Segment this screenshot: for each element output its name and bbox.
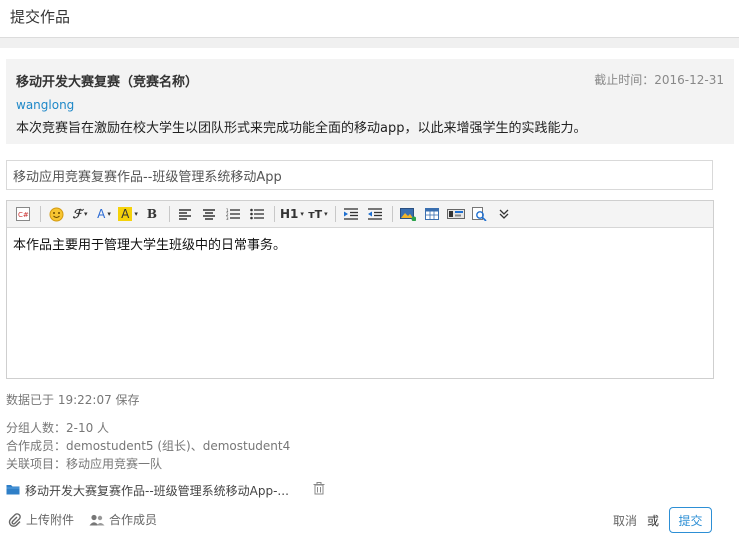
highlight-color-icon[interactable]: A ▾ (118, 204, 138, 224)
heading-label: H1 (280, 207, 299, 221)
users-icon (89, 514, 105, 526)
font-family-icon[interactable]: ℱ ▾ (70, 204, 90, 224)
font-color-label: A (97, 207, 106, 221)
upload-label: 上传附件 (26, 513, 75, 527)
submit-button[interactable]: 提交 (669, 507, 712, 533)
trash-icon[interactable] (313, 482, 325, 499)
page-title: 提交作品 (10, 8, 71, 26)
collaborators-button[interactable]: 合作成员 (89, 511, 157, 528)
group-size: 分组人数：2-10 人 (6, 421, 110, 435)
font-size-icon[interactable]: тT ▾ (308, 204, 328, 224)
highlight-label: A (118, 207, 133, 221)
align-left-icon[interactable] (175, 204, 195, 224)
insert-image-icon[interactable] (398, 204, 418, 224)
svg-text:3: 3 (226, 216, 229, 220)
font-color-icon[interactable]: A ▾ (94, 204, 114, 224)
font-size-label: тT (308, 207, 323, 221)
heading-icon[interactable]: H1 ▾ (280, 204, 304, 224)
or-text: 或 (647, 514, 660, 528)
editor-body[interactable]: 本作品主要用于管理大学生班级中的日常事务。 (7, 228, 713, 259)
toolbar-separator (274, 206, 275, 222)
emoji-icon[interactable] (46, 204, 66, 224)
insert-table-icon[interactable] (422, 204, 442, 224)
svg-text:C#: C# (18, 211, 29, 219)
bold-icon[interactable]: B (142, 204, 162, 224)
outdent-icon[interactable] (365, 204, 385, 224)
toolbar-separator (391, 206, 393, 222)
editor-toolbar: C# ℱ ▾ A ▾ A ▾ B 123 H1 ▾ тT ▾ (7, 201, 713, 228)
save-status: 数据已于 19:22:07 保存 (6, 393, 140, 407)
more-chevron-icon[interactable] (494, 204, 514, 224)
ordered-list-icon[interactable]: 123 (223, 204, 243, 224)
deadline: 截止时间：2016-12-31 (594, 73, 724, 87)
author-link[interactable]: wanglong (16, 98, 74, 112)
upload-attachment-button[interactable]: 上传附件 (8, 511, 74, 528)
title-divider (0, 37, 739, 48)
folder-icon (6, 483, 20, 498)
paperclip-icon (8, 512, 22, 527)
contest-info-card: 移动开发大赛复赛（竞赛名称） 截止时间：2016-12-31 wanglong … (6, 59, 734, 144)
unordered-list-icon[interactable] (247, 204, 267, 224)
rich-text-editor: C# ℱ ▾ A ▾ A ▾ B 123 H1 ▾ тT ▾ 本作品主要用于管理… (6, 200, 714, 379)
source-code-icon[interactable]: C# (13, 204, 33, 224)
align-center-icon[interactable] (199, 204, 219, 224)
preview-icon[interactable] (470, 204, 490, 224)
cancel-link[interactable]: 取消 (613, 512, 637, 529)
indent-icon[interactable] (341, 204, 361, 224)
insert-media-icon[interactable] (446, 204, 466, 224)
toolbar-separator (40, 206, 41, 222)
attachment-filename: 移动开发大赛复赛作品--班级管理系统移动App-... (25, 484, 289, 498)
work-title-input[interactable] (6, 160, 713, 190)
contest-description: 本次竞赛旨在激励在校大学生以团队形式来完成功能全面的移动app，以此来增强学生的… (16, 121, 587, 136)
collaborators-label: 合作成员 (109, 513, 158, 527)
group-members: 合作成员：demostudent5 (组长)、demostudent4 (6, 439, 291, 453)
bold-label: B (146, 207, 158, 221)
related-project: 关联项目：移动应用竞赛一队 (6, 457, 163, 471)
contest-name: 移动开发大赛复赛（竞赛名称） (16, 75, 199, 90)
attachment-file[interactable]: 移动开发大赛复赛作品--班级管理系统移动App-... (6, 482, 289, 499)
toolbar-separator (334, 206, 336, 222)
toolbar-separator (169, 206, 170, 222)
